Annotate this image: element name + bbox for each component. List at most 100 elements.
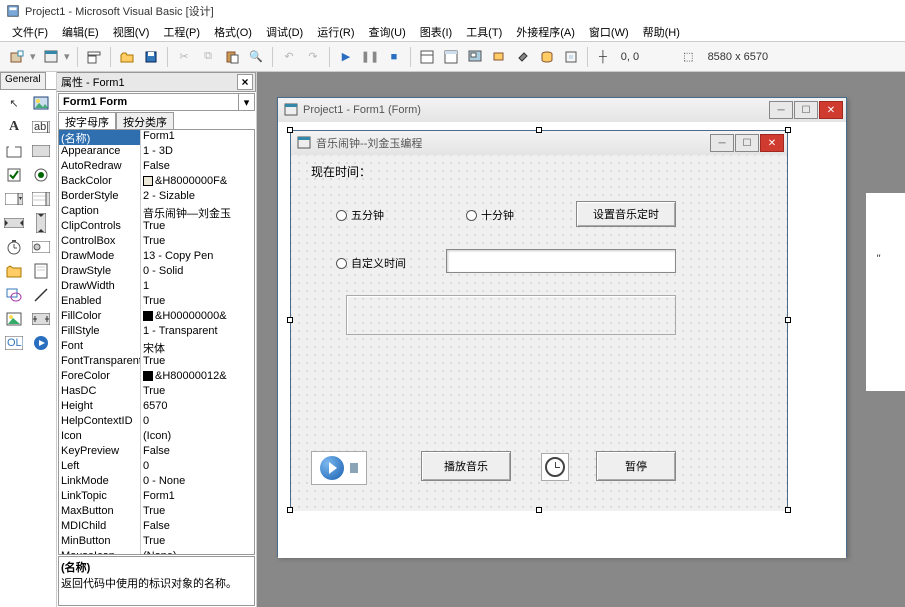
tool-shape[interactable]	[2, 284, 26, 306]
prop-row-hasdc[interactable]: HasDCTrue	[59, 385, 254, 400]
tool-dirlist[interactable]	[2, 260, 26, 282]
tb-addproject[interactable]	[6, 46, 28, 68]
tb-paste[interactable]	[221, 46, 243, 68]
tb-copy[interactable]: ⧉	[197, 46, 219, 68]
toolbox-tab-general[interactable]: General	[0, 72, 46, 89]
tb-save[interactable]	[140, 46, 162, 68]
menu-addins[interactable]: 外接程序(A)	[510, 22, 581, 42]
tb-props[interactable]	[440, 46, 462, 68]
tb-objbrowser[interactable]	[488, 46, 510, 68]
prop-row-keypreview[interactable]: KeyPreviewFalse	[59, 445, 254, 460]
prop-row-mdichild[interactable]: MDIChildFalse	[59, 520, 254, 535]
prop-row-height[interactable]: Height6570	[59, 400, 254, 415]
tool-image[interactable]	[2, 308, 26, 330]
menu-window[interactable]: 窗口(W)	[583, 22, 635, 42]
tb-projexp[interactable]	[416, 46, 438, 68]
code-window-peek[interactable]: "	[865, 192, 905, 392]
tb-find[interactable]: 🔍	[245, 46, 267, 68]
tool-combobox[interactable]	[2, 188, 26, 210]
tool-timer[interactable]	[2, 236, 26, 258]
tool-optionbutton[interactable]	[29, 164, 53, 186]
menu-view[interactable]: 视图(V)	[107, 22, 156, 42]
form-min[interactable]: ─	[710, 134, 734, 152]
prop-row-clipcontrols[interactable]: ClipControlsTrue	[59, 220, 254, 235]
option-ten-min[interactable]: 十分钟	[466, 207, 514, 223]
tb-cut[interactable]: ✂	[173, 46, 195, 68]
container-min[interactable]: ─	[769, 101, 793, 119]
object-selector[interactable]: Form1 Form ▾	[58, 93, 255, 111]
menu-debug[interactable]: 调试(D)	[260, 22, 309, 42]
prop-row-enabled[interactable]: EnabledTrue	[59, 295, 254, 310]
tab-categorized[interactable]: 按分类序	[116, 112, 174, 129]
tool-vscroll[interactable]	[29, 212, 53, 234]
tb-start[interactable]: ▶	[335, 46, 357, 68]
tb-menueditor[interactable]	[83, 46, 105, 68]
prop-row-fillstyle[interactable]: FillStyle1 - Transparent	[59, 325, 254, 340]
tb-dataview[interactable]	[536, 46, 558, 68]
prop-row-caption[interactable]: Caption音乐闹钟—刘金玉	[59, 205, 254, 220]
textbox-custom-time[interactable]	[446, 249, 676, 273]
tb-toolbox[interactable]	[512, 46, 534, 68]
menu-run[interactable]: 运行(R)	[311, 22, 360, 42]
media-player-control[interactable]	[311, 451, 367, 485]
container-close[interactable]: ✕	[819, 101, 843, 119]
prop-row-minbutton[interactable]: MinButtonTrue	[59, 535, 254, 550]
menu-diagram[interactable]: 图表(I)	[414, 22, 458, 42]
design-form[interactable]: 音乐闹钟--刘金玉编程 ─ ☐ ✕ 现在时间： 五分钟 十分钟 设置音乐定时	[290, 130, 788, 510]
timer-control[interactable]	[541, 453, 569, 481]
label-now[interactable]: 现在时间：	[311, 163, 371, 180]
tb-end[interactable]: ■	[383, 46, 405, 68]
tool-pointer[interactable]: ↖	[2, 92, 26, 114]
menu-query[interactable]: 查询(U)	[363, 22, 412, 42]
tb-addform[interactable]	[40, 46, 62, 68]
prop-row-appearance[interactable]: Appearance1 - 3D	[59, 145, 254, 160]
properties-close[interactable]: ×	[237, 74, 253, 90]
form-titlebar[interactable]: 音乐闹钟--刘金玉编程 ─ ☐ ✕	[291, 131, 787, 155]
prop-row-[interactable]: (名称)Form1	[59, 130, 254, 145]
tool-line[interactable]	[29, 284, 53, 306]
tool-filelist[interactable]	[29, 260, 53, 282]
option-custom-time[interactable]: 自定义时间	[336, 255, 406, 271]
prop-row-left[interactable]: Left0	[59, 460, 254, 475]
prop-row-icon[interactable]: Icon(Icon)	[59, 430, 254, 445]
tool-label[interactable]: A	[2, 116, 26, 138]
tool-checkbox[interactable]	[2, 164, 26, 186]
prop-row-controlbox[interactable]: ControlBoxTrue	[59, 235, 254, 250]
tab-alphabetic[interactable]: 按字母序	[58, 112, 116, 129]
tool-picturebox[interactable]	[29, 92, 53, 114]
option-five-min[interactable]: 五分钟	[336, 207, 384, 223]
prop-row-mouseicon[interactable]: MouseIcon(None)	[59, 550, 254, 555]
tb-formlayout[interactable]	[464, 46, 486, 68]
prop-row-autoredraw[interactable]: AutoRedrawFalse	[59, 160, 254, 175]
tool-data[interactable]	[29, 308, 53, 330]
prop-row-backcolor[interactable]: BackColor&H8000000F&	[59, 175, 254, 190]
form-max[interactable]: ☐	[735, 134, 759, 152]
prop-row-drawwidth[interactable]: DrawWidth1	[59, 280, 254, 295]
prop-row-linktopic[interactable]: LinkTopicForm1	[59, 490, 254, 505]
container-titlebar[interactable]: Project1 - Form1 (Form) ─ ☐ ✕	[278, 98, 846, 122]
tool-mediaplayer[interactable]	[29, 332, 53, 354]
menu-tools[interactable]: 工具(T)	[460, 22, 508, 42]
tool-ole[interactable]: OLE	[2, 332, 26, 354]
tool-textbox[interactable]: ab|	[29, 116, 53, 138]
menu-edit[interactable]: 编辑(E)	[56, 22, 105, 42]
tb-undo[interactable]: ↶	[278, 46, 300, 68]
prop-row-font[interactable]: Font宋体	[59, 340, 254, 355]
prop-row-drawmode[interactable]: DrawMode13 - Copy Pen	[59, 250, 254, 265]
form-close[interactable]: ✕	[760, 134, 784, 152]
tb-compmgr[interactable]	[560, 46, 582, 68]
tool-listbox[interactable]	[29, 188, 53, 210]
tb-redo[interactable]: ↷	[302, 46, 324, 68]
prop-row-fonttransparent[interactable]: FontTransparentTrue	[59, 355, 254, 370]
menu-help[interactable]: 帮助(H)	[637, 22, 686, 42]
prop-row-maxbutton[interactable]: MaxButtonTrue	[59, 505, 254, 520]
tb-break[interactable]: ❚❚	[359, 46, 381, 68]
prop-row-drawstyle[interactable]: DrawStyle0 - Solid	[59, 265, 254, 280]
menu-project[interactable]: 工程(P)	[157, 22, 206, 42]
tool-drivelist[interactable]	[29, 236, 53, 258]
tool-hscroll[interactable]	[2, 212, 26, 234]
menu-file[interactable]: 文件(F)	[6, 22, 54, 42]
prop-row-borderstyle[interactable]: BorderStyle2 - Sizable	[59, 190, 254, 205]
menu-format[interactable]: 格式(O)	[208, 22, 258, 42]
tool-frame[interactable]	[2, 140, 26, 162]
